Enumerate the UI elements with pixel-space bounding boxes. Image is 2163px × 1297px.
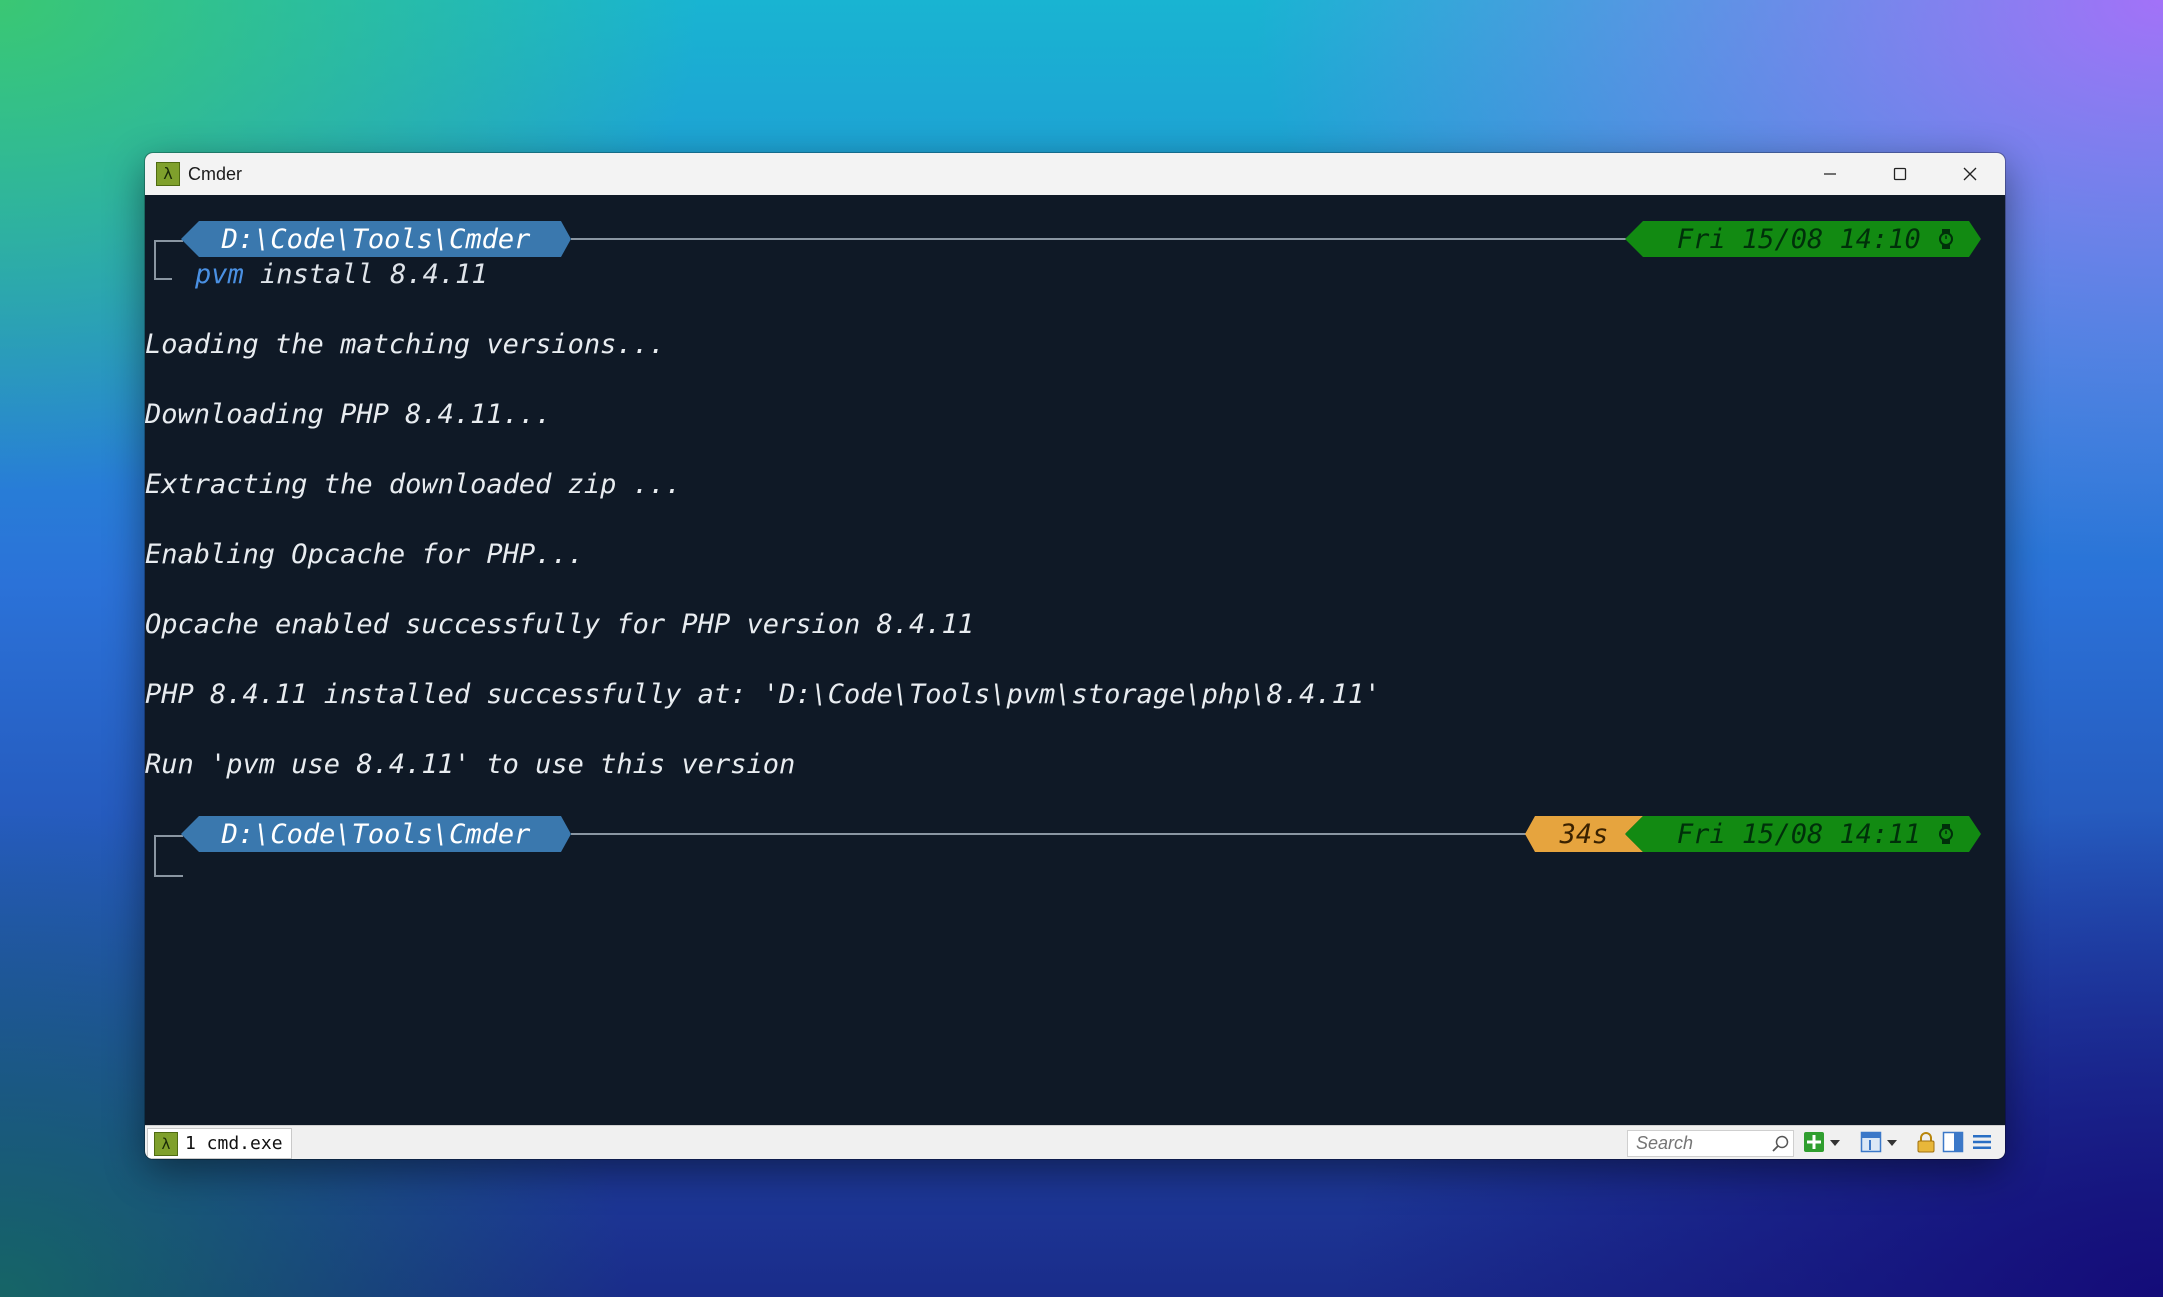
prompt-path: D:\Code\Tools\Cmder — [221, 223, 531, 255]
output-line: Downloading PHP 8.4.11... — [145, 399, 552, 430]
minimize-button[interactable] — [1795, 153, 1865, 195]
split-view-icon[interactable] — [1860, 1131, 1882, 1153]
prompt-duration: 34s — [1559, 818, 1609, 850]
lock-icon[interactable] — [1915, 1131, 1937, 1153]
prompt-connector — [154, 835, 183, 877]
prompt-separator-line — [571, 238, 1771, 240]
prompt-time-segment: Fri 15/08 14:11 — [1625, 816, 1981, 852]
prompt-path-segment: D:\Code\Tools\Cmder — [181, 221, 571, 257]
search-box[interactable] — [1627, 1130, 1794, 1157]
prompt-path-segment: D:\Code\Tools\Cmder — [181, 816, 571, 852]
prompt-separator-line — [571, 833, 1671, 835]
command-line: pvm install 8.4.11 — [195, 259, 488, 291]
search-input[interactable] — [1634, 1132, 1768, 1155]
maximize-icon — [1893, 167, 1907, 181]
command-name: pvm — [195, 259, 244, 290]
prompt-connector — [154, 240, 183, 280]
watch-icon — [1937, 823, 1955, 845]
panel-layout-icon[interactable] — [1942, 1131, 1964, 1153]
terminal-area[interactable]: D:\Code\Tools\Cmder Fri 15/08 14:10 pvm … — [145, 195, 2005, 1126]
search-icon[interactable] — [1770, 1134, 1790, 1154]
lambda-icon: λ — [154, 1131, 178, 1156]
tab-label: 1 cmd.exe — [185, 1133, 283, 1154]
prompt-time-segment: Fri 15/08 14:10 — [1625, 221, 1981, 257]
command-args: install 8.4.11 — [243, 259, 488, 290]
maximize-button[interactable] — [1865, 153, 1935, 195]
lambda-app-icon: λ — [156, 162, 180, 186]
window-title: Cmder — [188, 163, 243, 184]
console-tab[interactable]: λ 1 cmd.exe — [147, 1128, 292, 1159]
chevron-down-icon[interactable] — [1885, 1131, 1899, 1153]
status-bar: λ 1 cmd.exe — [145, 1125, 2005, 1159]
chevron-down-icon[interactable] — [1828, 1131, 1842, 1153]
watch-icon — [1937, 228, 1955, 250]
output-line: PHP 8.4.11 installed successfully at: 'D… — [145, 679, 1381, 710]
prompt-path: D:\Code\Tools\Cmder — [221, 818, 531, 850]
title-bar[interactable]: λ Cmder — [145, 153, 2005, 195]
output-line: Run 'pvm use 8.4.11' to use this version — [145, 749, 796, 780]
close-icon — [1963, 167, 1977, 181]
prompt-time: Fri 15/08 14:10 — [1676, 223, 1937, 255]
output-line: Loading the matching versions... — [145, 329, 666, 360]
window-controls — [1795, 153, 2005, 195]
menu-icon[interactable] — [1971, 1131, 1993, 1153]
output-line: Enabling Opcache for PHP... — [145, 539, 584, 570]
minimize-icon — [1824, 173, 1836, 175]
prompt-bottom-tick — [154, 278, 172, 280]
prompt-time: Fri 15/08 14:11 — [1676, 818, 1937, 850]
new-console-icon[interactable] — [1803, 1131, 1825, 1153]
output-line: Opcache enabled successfully for PHP ver… — [145, 609, 975, 640]
close-button[interactable] — [1935, 153, 2005, 195]
cmder-window: λ Cmder D:\Code\Tools\Cmder Fri 15/08 14… — [145, 153, 2005, 1159]
output-line: Extracting the downloaded zip ... — [145, 469, 682, 500]
